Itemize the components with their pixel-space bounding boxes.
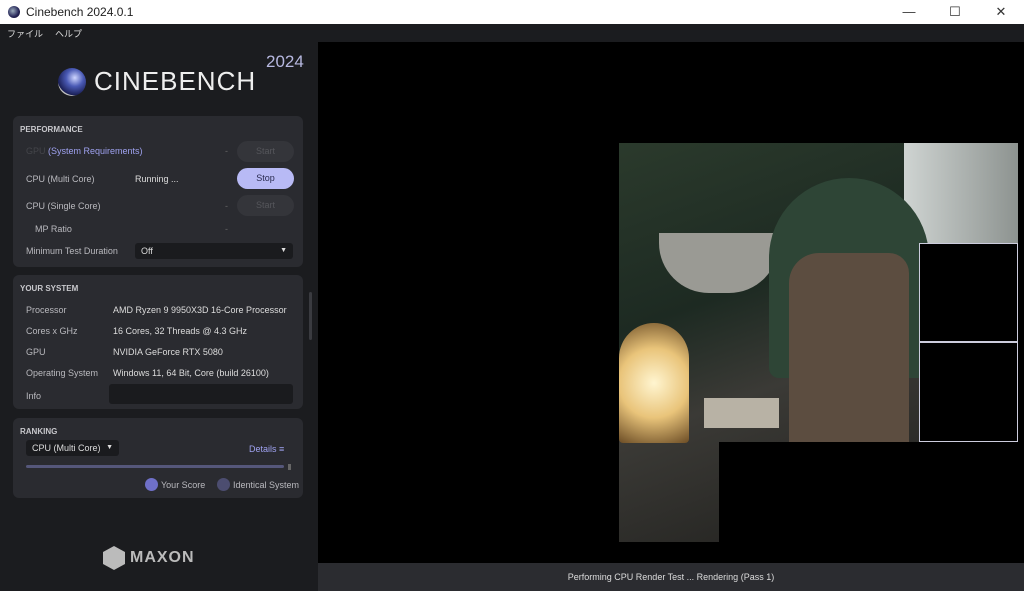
min-duration-value: Off bbox=[141, 246, 153, 256]
info-field[interactable] bbox=[109, 384, 293, 404]
cpu-multi-label: CPU (Multi Core) bbox=[26, 174, 95, 184]
performance-panel: PERFORMANCE GPU (System Requirements) - … bbox=[13, 116, 303, 267]
maxon-logo-icon bbox=[103, 546, 125, 570]
cinebench-logo-icon bbox=[58, 67, 86, 96]
menu-help[interactable]: ヘルプ bbox=[55, 27, 82, 40]
menu-file[interactable]: ファイル bbox=[7, 27, 43, 40]
details-label: Details bbox=[249, 444, 277, 454]
mp-ratio-value: - bbox=[225, 224, 228, 234]
stop-button[interactable]: Stop bbox=[237, 168, 294, 189]
your-score-label: Your Score bbox=[161, 480, 206, 490]
status-bar: Performing CPU Render Test ... Rendering… bbox=[318, 563, 1024, 591]
mp-ratio-label: MP Ratio bbox=[35, 224, 72, 234]
your-score-dot bbox=[145, 478, 158, 491]
cpu-multi-status: Running ... bbox=[135, 174, 179, 184]
identical-system-dot bbox=[217, 478, 230, 491]
filter-icon: ≡ bbox=[279, 444, 285, 454]
title-bar: Cinebench 2024.0.1 — ☐ ✕ bbox=[0, 0, 1024, 24]
performance-heading: PERFORMANCE bbox=[20, 125, 83, 134]
cpu-single-label: CPU (Single Core) bbox=[26, 201, 101, 211]
cores-label: Cores x GHz bbox=[26, 326, 78, 336]
ranking-panel: RANKING CPU (Multi Core) ▼ Details ≡ Your… bbox=[13, 418, 303, 498]
cores-value: 16 Cores, 32 Threads @ 4.3 GHz bbox=[113, 326, 248, 336]
window-title: Cinebench 2024.0.1 bbox=[26, 5, 134, 19]
system-requirements-link[interactable]: (System Requirements) bbox=[48, 146, 143, 156]
os-value: Windows 11, 64 Bit, Core (build 26100) bbox=[113, 368, 269, 378]
os-label: Operating System bbox=[26, 368, 99, 378]
processor-value: AMD Ryzen 9 9950X3D 16-Core Processor bbox=[113, 305, 287, 315]
caret-down-icon: ▼ bbox=[280, 247, 287, 254]
min-duration-select[interactable]: Off ▼ bbox=[135, 243, 293, 259]
sidebar-scrollbar[interactable] bbox=[309, 292, 312, 340]
processor-label: Processor bbox=[26, 305, 67, 315]
cinebench-logo: CINEBENCH bbox=[58, 66, 256, 97]
cpu-single-start-button[interactable]: Start bbox=[237, 195, 294, 216]
ranking-select[interactable]: CPU (Multi Core) ▼ bbox=[26, 440, 119, 456]
details-button[interactable]: Details ≡ bbox=[249, 444, 284, 454]
cpu-single-score: - bbox=[225, 201, 228, 211]
identical-system-label: Identical System bbox=[233, 480, 300, 490]
maxon-logo: MAXON bbox=[103, 546, 195, 570]
gpu-info-value: NVIDIA GeForce RTX 5080 bbox=[113, 347, 223, 357]
menu-bar: ファイル ヘルプ bbox=[0, 24, 1024, 42]
minimize-button[interactable]: — bbox=[886, 0, 932, 24]
system-panel: YOUR SYSTEM Processor AMD Ryzen 9 9950X3… bbox=[13, 275, 303, 409]
system-heading: YOUR SYSTEM bbox=[20, 284, 79, 293]
app-icon bbox=[8, 6, 20, 18]
maximize-button[interactable]: ☐ bbox=[932, 0, 978, 24]
render-image bbox=[619, 143, 1018, 542]
min-duration-label: Minimum Test Duration bbox=[26, 246, 118, 256]
year-label: 2024 bbox=[266, 52, 304, 71]
ranking-bar bbox=[26, 465, 284, 468]
ranking-heading: RANKING bbox=[20, 427, 58, 436]
info-label: Info bbox=[26, 391, 42, 401]
gpu-label: GPU bbox=[26, 146, 46, 156]
gpu-score: - bbox=[225, 146, 228, 156]
caret-down-icon: ▼ bbox=[106, 444, 113, 451]
ranking-select-value: CPU (Multi Core) bbox=[32, 443, 101, 453]
gpu-start-button[interactable]: Start bbox=[237, 141, 294, 162]
close-button[interactable]: ✕ bbox=[978, 0, 1024, 24]
ranking-scroll-handle[interactable] bbox=[288, 464, 291, 470]
gpu-info-label: GPU bbox=[26, 347, 46, 357]
